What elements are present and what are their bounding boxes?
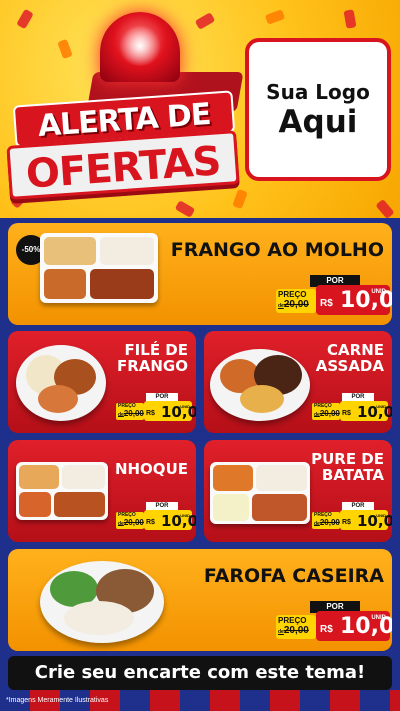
unit-label: UNID: [376, 513, 386, 518]
old-price-box: PREÇO de20,00: [116, 512, 144, 529]
logo-line2: Aqui: [278, 103, 358, 140]
confetti: [174, 200, 196, 218]
old-price-box: PREÇO de20,00: [276, 289, 316, 313]
product-card-carne-assada[interactable]: CARNE ASSADA POR PREÇO de20,00 R$ 10,00 …: [204, 331, 392, 433]
new-price: 10,00: [161, 512, 196, 530]
old-price: de20,00: [314, 518, 340, 527]
new-price-box: R$ 10,00 UNID: [340, 510, 392, 530]
product-card-nhoque[interactable]: NHOQUE POR PREÇO de20,00 R$ 10,00 UNID: [8, 440, 196, 542]
price-tag: POR PREÇO de20,00 R$ 10,00 UNID: [276, 275, 392, 315]
product-card-pure-de-batata[interactable]: PURE DE BATATA POR PREÇO de20,00 R$ 10,0…: [204, 440, 392, 542]
unit-label: UNID: [371, 615, 386, 621]
currency: R$: [146, 519, 155, 526]
price-tag: POR PREÇO de20,00 R$ 10,00 UNID: [116, 502, 196, 530]
old-price-box: PREÇO de20,00: [276, 615, 316, 639]
product-card-file-de-frango[interactable]: FILÉ DE FRANGO POR PREÇO de20,00 R$ 10,0…: [8, 331, 196, 433]
currency: R$: [146, 410, 155, 417]
logo-line1: Sua Logo: [266, 79, 370, 104]
product-name: FILÉ DE FRANGO: [116, 341, 188, 375]
marmita-image: [16, 462, 108, 520]
confetti: [343, 9, 357, 29]
confetti: [375, 198, 395, 218]
confetti: [194, 12, 216, 30]
product-card-farofa-caseira[interactable]: FAROFA CASEIRA POR PREÇO de20,00 R$ 10,0…: [8, 549, 392, 651]
price-tag: POR PREÇO de20,00 R$ 10,00 UNID: [312, 502, 392, 530]
new-price-box: R$ 10,00 UNID: [316, 285, 392, 315]
marmita-image: [40, 233, 158, 303]
price-tag: POR PREÇO de20,00 R$ 10,00 UNID: [312, 393, 392, 421]
product-card-frango-ao-molho[interactable]: -50% FRANGO AO MOLHO POR PREÇO de20,00 R…: [8, 223, 392, 325]
currency: R$: [320, 624, 333, 635]
siren-glow: [118, 26, 162, 66]
product-name: CARNE ASSADA: [315, 341, 384, 375]
logo-placeholder[interactable]: Sua Logo Aqui: [245, 38, 391, 181]
product-name: FRANGO AO MOLHO: [170, 239, 384, 261]
cta-banner[interactable]: Crie seu encarte com este tema!: [8, 656, 392, 690]
confetti: [264, 9, 286, 25]
new-price-box: R$ 10,00 UNID: [316, 611, 392, 641]
preco-label: PREÇO: [278, 290, 307, 299]
unit-label: UNID: [180, 404, 190, 409]
food-bowl-image: [210, 349, 310, 421]
preco-label: PREÇO: [278, 616, 307, 625]
new-price: 10,00: [357, 403, 392, 421]
old-price: de20,00: [118, 409, 144, 418]
price-tag: POR PREÇO de20,00 R$ 10,00 UNID: [116, 393, 196, 421]
old-price-box: PREÇO de20,00: [312, 403, 340, 420]
product-name: PURE DE BATATA: [311, 450, 384, 484]
new-price: 10,00: [161, 403, 196, 421]
old-price: de20,00: [278, 299, 309, 310]
old-price-box: PREÇO de20,00: [312, 512, 340, 529]
old-price-box: PREÇO de20,00: [116, 403, 144, 420]
product-name: FAROFA CASEIRA: [203, 565, 384, 587]
food-bowl-image: [40, 561, 164, 643]
confetti: [16, 8, 34, 30]
confetti: [57, 38, 73, 60]
old-price: de20,00: [278, 625, 309, 636]
new-price: 10,00: [357, 512, 392, 530]
new-price-box: R$ 10,00 UNID: [144, 401, 196, 421]
marmita-image: [210, 462, 310, 524]
old-price: de20,00: [314, 409, 340, 418]
old-price: de20,00: [118, 518, 144, 527]
unit-label: UNID: [371, 289, 386, 295]
unit-label: UNID: [180, 513, 190, 518]
confetti: [232, 188, 248, 210]
currency: R$: [342, 410, 351, 417]
new-price-box: R$ 10,00 UNID: [340, 401, 392, 421]
currency: R$: [342, 519, 351, 526]
price-tag: POR PREÇO de20,00 R$ 10,00 UNID: [276, 601, 392, 641]
product-name: NHOQUE: [114, 460, 188, 478]
food-bowl-image: [16, 345, 106, 421]
currency: R$: [320, 298, 333, 309]
unit-label: UNID: [376, 404, 386, 409]
disclaimer-text: *Imagens Meramente Ilustrativas: [6, 697, 109, 704]
new-price-box: R$ 10,00 UNID: [144, 510, 196, 530]
hero-banner: ALERTA DE OFERTAS Sua Logo Aqui: [0, 0, 400, 218]
